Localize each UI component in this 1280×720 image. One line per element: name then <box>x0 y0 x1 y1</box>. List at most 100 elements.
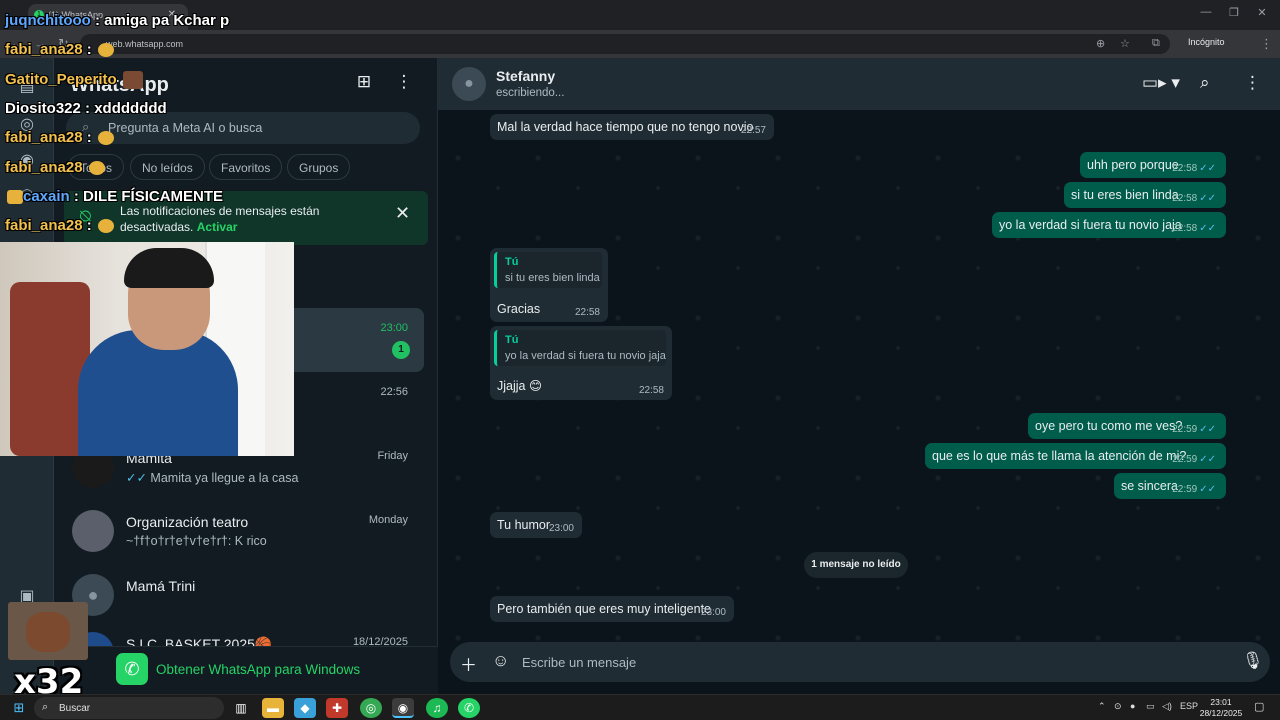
contact-name[interactable]: Stefanny <box>496 68 555 84</box>
chat-row[interactable]: ● Mamá Trini <box>54 564 424 628</box>
emote-icon <box>97 131 114 146</box>
message-text: Gracias <box>497 302 541 316</box>
message-incoming[interactable]: Mal la verdad hace tiempo que no tengo n… <box>490 114 774 140</box>
whatsapp-icon[interactable]: ✆ <box>458 698 480 718</box>
emoji-icon[interactable]: ☺ <box>492 651 509 671</box>
attach-plus-icon[interactable]: ＋ <box>460 651 477 676</box>
stream-chat-line: fabi_ana28 : <box>5 217 114 234</box>
message-text: uhh pero porque <box>1087 158 1179 172</box>
chat-time: Friday <box>377 450 408 462</box>
stream-chat-line: juqnchitooo : amiga pa Kchar p <box>5 12 230 29</box>
chat-row[interactable]: Organización teatro ~†f†o†r†e†v†e†r†: K … <box>54 500 424 564</box>
message-text: que es lo que más te llama la atención d… <box>932 449 1187 463</box>
menu-icon[interactable]: ⋮ <box>1244 73 1261 93</box>
message-text: si tu eres bien linda <box>1071 188 1179 202</box>
emote-icon <box>97 43 114 58</box>
message-outgoing[interactable]: si tu eres bien linda 22:58 ✓✓ <box>1064 182 1226 208</box>
message-time: 22:58 <box>1172 193 1198 204</box>
notification-icon[interactable]: ▢ <box>1254 700 1264 713</box>
taskbar-clock[interactable]: 23:01 28/12/2025 <box>1196 697 1246 719</box>
message-outgoing[interactable]: uhh pero porque 22:58 ✓✓ <box>1080 152 1226 178</box>
chat-header[interactable]: ● Stefanny escribiendo... ▭▸ ▾ ⌕ ⋮ <box>438 58 1280 110</box>
stream-chat-line: caxain : DILE FÍSICAMENTE <box>5 188 223 205</box>
chat-username: caxain <box>23 188 70 205</box>
message-incoming[interactable]: Tu humor 23:00 <box>490 512 582 538</box>
badge-icon <box>7 190 23 205</box>
message-incoming[interactable]: Pero también que eres muy inteligente 23… <box>490 596 734 622</box>
extension-icon[interactable]: ⧉ <box>1152 37 1160 50</box>
quoted-message[interactable]: Tú yo la verdad si fuera tu novio jaja <box>494 330 666 366</box>
chat-time: Monday <box>368 514 408 526</box>
message-incoming-reply[interactable]: Tú yo la verdad si fuera tu novio jaja J… <box>490 326 672 400</box>
microphone-icon[interactable]: 🎙 <box>1242 651 1264 671</box>
chat-username: fabi_ana28 <box>5 217 83 234</box>
tray-app-icon[interactable]: ⊙ <box>1114 701 1122 712</box>
conversation-panel: ● Stefanny escribiendo... ▭▸ ▾ ⌕ ⋮ Mal l… <box>438 58 1280 694</box>
close-window-icon[interactable]: ✕ <box>1252 6 1272 19</box>
message-outgoing[interactable]: yo la verdad si fuera tu novio jaja 22:5… <box>992 212 1226 238</box>
zoom-icon[interactable]: ⊕ <box>1096 37 1105 50</box>
menu-icon[interactable]: ⋮ <box>394 72 414 96</box>
message-time: 22:58 <box>1172 163 1198 174</box>
chat-row[interactable]: S.I.C. BASKET 2025🏀 18/12/2025 <box>54 628 424 646</box>
tray-overflow-icon[interactable]: ⌃ <box>1098 701 1106 712</box>
task-view-icon[interactable]: ▥ <box>230 698 252 718</box>
search-icon[interactable]: ⌕ <box>1200 73 1210 93</box>
close-icon[interactable]: ✕ <box>395 203 410 224</box>
message-outgoing[interactable]: oye pero tu como me ves? 22:59 ✓✓ <box>1028 413 1226 439</box>
chat-name: S.I.C. BASKET 2025🏀 <box>126 636 273 646</box>
new-chat-icon[interactable]: ⊞ <box>352 72 376 96</box>
file-explorer-icon[interactable]: ▬ <box>262 698 284 718</box>
quote-text: si tu eres bien linda <box>505 272 600 284</box>
chrome-icon[interactable]: ◎ <box>360 698 382 718</box>
start-windows-icon[interactable]: ⊞ <box>8 698 30 718</box>
microphone-icon[interactable]: ● <box>1130 701 1135 711</box>
video-call-icon[interactable]: ▭▸ ▾ <box>1142 73 1180 93</box>
chat-time: 22:56 <box>380 386 408 398</box>
chat-username: fabi_ana28 <box>5 129 83 146</box>
message-text: Mal la verdad hace tiempo que no tengo n… <box>497 120 754 134</box>
restore-icon[interactable]: ❐ <box>1224 6 1244 19</box>
taskbar-search-label: Buscar <box>59 703 91 714</box>
message-outgoing[interactable]: se sincera 22:59 ✓✓ <box>1114 473 1226 499</box>
minimize-icon[interactable]: — <box>1196 6 1216 18</box>
network-icon[interactable]: ▭ <box>1146 701 1155 712</box>
avatar <box>72 510 114 552</box>
chat-time: 23:00 <box>380 322 408 334</box>
message-text: Tu humor <box>497 518 551 532</box>
quote-author: Tú <box>505 256 519 268</box>
get-app-text[interactable]: Obtener WhatsApp para Windows <box>156 662 360 677</box>
incognito-label[interactable]: Incógnito <box>1188 37 1225 47</box>
taskbar-search[interactable]: ⌕ Buscar <box>34 697 224 719</box>
message-meta: 22:58 ✓✓ <box>1172 223 1216 234</box>
spotify-icon[interactable]: ♫ <box>426 698 448 718</box>
message-text: Jjajja 😊 <box>497 379 542 393</box>
get-app-bar[interactable]: ✆ Obtener WhatsApp para Windows <box>54 646 438 694</box>
emote-icon <box>122 71 143 90</box>
app-icon[interactable]: ✚ <box>326 698 348 718</box>
bookmark-star-icon[interactable]: ☆ <box>1120 37 1130 50</box>
message-incoming-reply[interactable]: Tú si tu eres bien linda Gracias 22:58 <box>490 248 608 322</box>
double-check-icon: ✓✓ <box>1199 223 1216 234</box>
message-meta: 22:59 ✓✓ <box>1172 484 1216 495</box>
app-icon[interactable]: ◆ <box>294 698 316 718</box>
chat-username: Diosito322 <box>5 100 81 117</box>
browser-menu-icon[interactable]: ⋮ <box>1260 36 1273 52</box>
double-check-icon: ✓✓ <box>1199 454 1216 465</box>
message-input[interactable] <box>522 653 1212 671</box>
message-time: 22:59 <box>1172 424 1198 435</box>
clock-date: 28/12/2025 <box>1199 708 1243 718</box>
message-outgoing[interactable]: que es lo que más te llama la atención d… <box>925 443 1226 469</box>
webcam-overlay <box>0 242 294 456</box>
search-icon: ⌕ <box>42 701 49 713</box>
double-check-icon: ✓✓ <box>1199 193 1216 204</box>
quoted-message[interactable]: Tú si tu eres bien linda <box>494 252 602 288</box>
volume-icon[interactable]: ◁) <box>1162 701 1172 712</box>
chat-message: DILE FÍSICAMENTE <box>83 188 224 205</box>
contact-avatar-icon[interactable]: ● <box>452 67 486 101</box>
message-meta: 22:58 ✓✓ <box>1172 193 1216 204</box>
clock-time: 23:01 <box>1210 697 1232 707</box>
chrome-incognito-icon[interactable]: ◉ <box>392 698 414 718</box>
chat-username: fabi_ana28 <box>5 41 83 58</box>
chat-name: Organización teatro <box>126 514 249 530</box>
